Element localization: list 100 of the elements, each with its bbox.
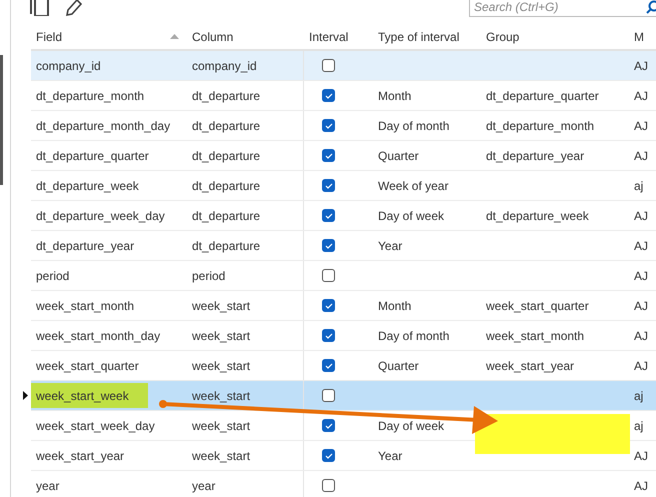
table-cell: aj xyxy=(634,418,644,432)
checkbox[interactable] xyxy=(322,269,335,282)
table-cell: AJ xyxy=(634,268,648,282)
table-cell: week_start xyxy=(192,418,250,432)
table-cell: AJ xyxy=(634,448,648,462)
check-icon xyxy=(324,122,332,128)
table-row[interactable]: dt_departure_year dt_departure Year AJ xyxy=(31,231,656,261)
check-icon xyxy=(324,422,332,428)
table-cell: week_start_quarter xyxy=(486,298,589,312)
table-cell: dt_departure_week xyxy=(486,208,589,222)
table-cell: week_start_year xyxy=(486,358,574,372)
checkbox[interactable] xyxy=(322,89,335,102)
copy-icon[interactable] xyxy=(29,0,49,16)
table-cell: dt_departure_year xyxy=(486,148,584,162)
table-cell-text: week_start_week_day xyxy=(35,418,156,434)
table-cell-text: dt_departure_quarter xyxy=(35,148,150,164)
table-row[interactable]: dt_departure_month dt_departure Month dt_departure_quarter AJ xyxy=(31,81,656,111)
check-icon xyxy=(324,452,332,458)
table-cell-text: year xyxy=(35,478,60,494)
table-cell: AJ xyxy=(634,358,648,372)
column-header[interactable]: Interval xyxy=(304,30,373,44)
table-cell: week_start xyxy=(192,328,250,342)
table-cell-text: week_start_quarter xyxy=(35,358,140,374)
table-cell-text: period xyxy=(35,268,70,284)
table-cell-text: company_id xyxy=(35,58,102,74)
checkbox[interactable] xyxy=(322,389,335,402)
checkbox[interactable] xyxy=(322,239,335,252)
checkbox[interactable] xyxy=(322,119,335,132)
table-cell: Month xyxy=(378,88,412,102)
table-cell: dt_departure_month xyxy=(486,118,594,132)
table-cell: dt_departure xyxy=(192,208,260,222)
checkbox[interactable] xyxy=(322,419,335,432)
table-cell: dt_departure xyxy=(192,118,260,132)
table-cell: week_start xyxy=(192,358,250,372)
table-cell-text: dt_departure_week_day xyxy=(35,208,166,224)
table-cell: AJ xyxy=(634,118,648,132)
checkbox[interactable] xyxy=(322,299,335,312)
table-cell: Day of month xyxy=(378,118,450,132)
table-cell-text: week_start_month xyxy=(35,298,136,314)
column-header[interactable]: Group xyxy=(481,30,629,44)
table-row[interactable]: week_start_month week_start Month week_start_quarter AJ xyxy=(31,291,656,321)
checkbox[interactable] xyxy=(322,329,335,342)
sort-arrow-icon xyxy=(170,34,179,39)
table-row[interactable]: dt_departure_week_day dt_departure Day of week dt_departure_week AJ xyxy=(31,201,656,231)
check-icon xyxy=(324,242,332,248)
table-cell: Month xyxy=(378,298,412,312)
table-cell: Quarter xyxy=(378,358,419,372)
table-cell-text: dt_departure_week xyxy=(35,178,140,194)
table-row[interactable]: period period AJ xyxy=(31,261,656,291)
table-cell: AJ xyxy=(634,328,648,342)
column-header[interactable]: M xyxy=(629,30,656,44)
table-cell-text: dt_departure_month_day xyxy=(35,118,172,134)
table-cell: AJ xyxy=(634,298,648,312)
table-cell-text: dt_departure_year xyxy=(35,238,136,254)
pencil-icon[interactable] xyxy=(65,0,85,16)
table-cell: Week of year xyxy=(378,178,448,192)
table-cell: aj xyxy=(634,388,644,402)
table-cell: week_start_month xyxy=(486,328,584,342)
check-icon xyxy=(324,332,332,338)
table-row[interactable]: dt_departure_quarter dt_departure Quarter dt_departure_year AJ xyxy=(31,141,656,171)
table-cell: dt_departure xyxy=(192,88,260,102)
table-cell: AJ xyxy=(634,238,648,252)
table-row[interactable]: company_id company_id AJ xyxy=(31,51,656,81)
checkbox[interactable] xyxy=(322,359,335,372)
table-cell: Year xyxy=(378,238,402,252)
search-input[interactable]: Search (Ctrl+G) xyxy=(474,0,646,14)
table-row[interactable]: week_start_month_day week_start Day of month week_start_month AJ xyxy=(31,321,656,351)
table-cell: period xyxy=(192,268,226,282)
table-cell: AJ xyxy=(634,88,648,102)
check-icon xyxy=(324,212,332,218)
table-cell: AJ xyxy=(634,208,648,222)
check-icon xyxy=(324,362,332,368)
table-cell: company_id xyxy=(192,58,257,72)
table-cell: Day of week xyxy=(378,418,444,432)
check-icon xyxy=(324,92,332,98)
table-row[interactable]: dt_departure_month_day dt_departure Day of month dt_departure_month AJ xyxy=(31,111,656,141)
checkbox[interactable] xyxy=(322,479,335,492)
table-cell: week_start xyxy=(192,388,250,402)
column-header[interactable]: Field xyxy=(31,30,187,44)
check-icon xyxy=(324,302,332,308)
checkbox[interactable] xyxy=(322,179,335,192)
check-icon xyxy=(324,182,332,188)
checkbox[interactable] xyxy=(322,149,335,162)
table-row[interactable]: dt_departure_week dt_departure Week of year aj xyxy=(31,171,656,201)
search-field[interactable]: Search (Ctrl+G) xyxy=(469,0,656,17)
table-cell: dt_departure xyxy=(192,238,260,252)
checkbox[interactable] xyxy=(322,59,335,72)
table-cell: dt_departure xyxy=(192,178,260,192)
checkbox[interactable] xyxy=(322,449,335,462)
table-cell: dt_departure xyxy=(192,148,260,162)
checkbox[interactable] xyxy=(322,209,335,222)
table-cell-text: week_start_year xyxy=(35,448,126,464)
table-cell: AJ xyxy=(634,58,648,72)
column-header[interactable]: Column xyxy=(187,30,304,44)
table-cell: aj xyxy=(634,178,644,192)
table-cell: week_start_week xyxy=(31,383,148,408)
table-row[interactable]: year year AJ xyxy=(31,471,656,497)
column-header[interactable]: Type of interval xyxy=(373,30,481,44)
table-cell: week_start xyxy=(192,298,250,312)
table-cell: Day of month xyxy=(378,328,450,342)
